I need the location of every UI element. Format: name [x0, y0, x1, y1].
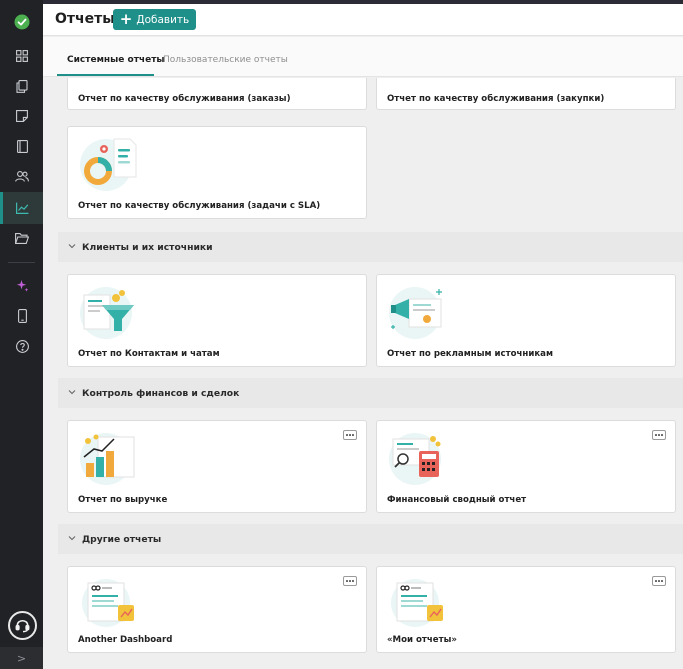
plus-icon: + — [119, 9, 133, 28]
report-card-my-reports[interactable]: «Мои отчеты» — [376, 566, 676, 653]
calculator-illustration-icon — [389, 433, 441, 485]
report-card-title: Финансовый сводный отчет — [387, 495, 527, 505]
add-report-button[interactable]: + Добавить — [113, 9, 196, 30]
funnel-illustration-icon — [80, 287, 134, 339]
report-card-revenue[interactable]: Отчет по выручке — [67, 420, 367, 513]
tab-system-reports[interactable]: Системные отчеты — [67, 55, 165, 65]
check-logo-icon[interactable] — [11, 11, 33, 33]
sidebar: > — [0, 0, 43, 669]
note-icon[interactable] — [11, 105, 33, 127]
report-card-title: Отчет по выручке — [78, 495, 168, 505]
report-card-service-orders[interactable]: Отчет по качеству обслуживания (заказы) — [67, 78, 367, 110]
tabs-bar: Системные отчеты Пользовательские отчеты — [43, 37, 683, 77]
section-title: Клиенты и их источники — [82, 242, 213, 253]
reports-content: Отчет по качеству обслуживания (заказы) … — [43, 78, 683, 669]
bar-growth-illustration-icon — [80, 433, 135, 485]
chevron-down-icon — [68, 390, 76, 395]
more-options-icon[interactable] — [652, 430, 666, 440]
report-card-financial-summary[interactable]: Финансовый сводный отчет — [376, 420, 676, 513]
sidebar-expand-button[interactable]: > — [0, 647, 43, 669]
help-icon[interactable] — [11, 335, 33, 357]
megaphone-illustration-icon — [389, 287, 442, 339]
main-area: Отчеты + Добавить Системные отчеты Польз… — [43, 4, 683, 669]
grid-icon[interactable] — [11, 45, 33, 67]
page-header: Отчеты + Добавить — [43, 4, 683, 36]
folder-icon[interactable] — [11, 227, 33, 249]
report-card-ad-sources[interactable]: Отчет по рекламным источникам — [376, 274, 676, 367]
chart-icon[interactable] — [11, 197, 33, 219]
section-header-clients[interactable]: Клиенты и их источники — [58, 232, 683, 262]
section-title: Контроль финансов и сделок — [82, 388, 240, 399]
report-card-title: Отчет по рекламным источникам — [387, 349, 553, 359]
section-header-finance[interactable]: Контроль финансов и сделок — [58, 378, 683, 408]
report-card-contacts-chats[interactable]: Отчет по Контактам и чатам — [67, 274, 367, 367]
report-card-title: Отчет по качеству обслуживания (задачи с… — [78, 201, 321, 211]
users-icon[interactable] — [11, 165, 33, 187]
dashboard-illustration-icon — [82, 579, 134, 627]
report-card-service-sla[interactable]: Отчет по качеству обслуживания (задачи с… — [67, 126, 367, 219]
add-button-label: Добавить — [136, 13, 190, 26]
report-card-title: Отчет по качеству обслуживания (закупки) — [387, 94, 605, 104]
more-options-icon[interactable] — [652, 576, 666, 586]
report-card-title: Another Dashboard — [78, 635, 173, 645]
page-title: Отчеты — [55, 11, 115, 27]
book-icon[interactable] — [11, 135, 33, 157]
chevron-down-icon — [68, 536, 76, 541]
report-card-service-purchases[interactable]: Отчет по качеству обслуживания (закупки) — [376, 78, 676, 110]
section-header-other[interactable]: Другие отчеты — [58, 524, 683, 554]
more-options-icon[interactable] — [343, 430, 357, 440]
more-options-icon[interactable] — [343, 576, 357, 586]
headset-icon[interactable] — [8, 611, 37, 640]
report-card-another-dashboard[interactable]: Another Dashboard — [67, 566, 367, 653]
dashboard-illustration-icon — [391, 579, 443, 627]
phone-icon[interactable] — [11, 305, 33, 327]
donut-chart-illustration-icon — [80, 138, 137, 191]
report-card-title: Отчет по Контактам и чатам — [78, 349, 220, 359]
active-tab-underline — [57, 74, 154, 76]
report-card-title: «Мои отчеты» — [387, 635, 457, 645]
sidebar-divider — [8, 262, 35, 263]
tab-user-reports[interactable]: Пользовательские отчеты — [163, 55, 288, 65]
report-card-title: Отчет по качеству обслуживания (заказы) — [78, 94, 291, 104]
sparkle-icon[interactable] — [11, 274, 33, 296]
copy-icon[interactable] — [11, 75, 33, 97]
chevron-down-icon — [68, 244, 76, 249]
expand-chevron-icon: > — [16, 651, 27, 665]
section-title: Другие отчеты — [82, 534, 162, 545]
